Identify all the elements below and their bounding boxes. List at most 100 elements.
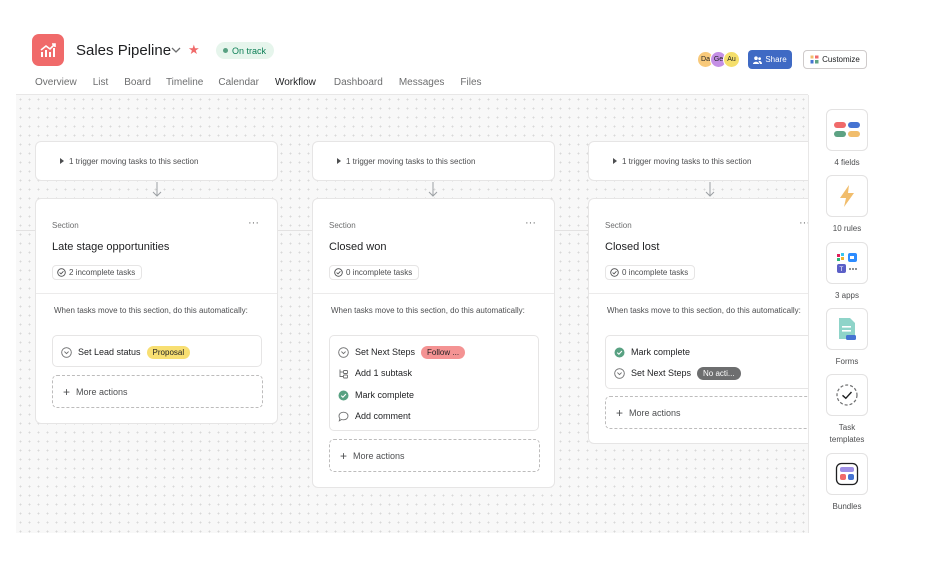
action-item[interactable]: Set Lead status Proposal (61, 344, 191, 360)
rail-item-rules[interactable]: 10 rules (826, 175, 868, 235)
workflow-canvas[interactable]: 1 trigger moving tasks to this section S… (16, 95, 808, 533)
status-label: On track (232, 45, 267, 56)
project-title[interactable]: Sales Pipeline (76, 42, 171, 59)
section-trigger[interactable]: 1 trigger moving tasks to this section (588, 141, 808, 181)
apps-icon: T (826, 242, 868, 284)
form-icon (826, 308, 868, 350)
rail-label: Forms (835, 357, 859, 366)
svg-text:T: T (839, 266, 844, 273)
arrow-down-icon (705, 182, 715, 197)
actions-list: Set Next Steps Follow ... Add 1 subtask … (329, 335, 539, 431)
section-trigger[interactable]: 1 trigger moving tasks to this section (312, 141, 555, 181)
value-pill: Proposal (146, 345, 191, 359)
rail-item-apps[interactable]: T 3 apps (826, 242, 868, 302)
more-actions-label: More actions (76, 386, 128, 397)
automation-description: When tasks move to this section, do this… (331, 306, 525, 315)
avatar-initials: Ge (713, 56, 724, 63)
more-options-icon[interactable]: ··· (799, 218, 808, 229)
check-circle-outline-icon (334, 268, 343, 277)
section-eyebrow: Section (329, 221, 356, 230)
lightning-icon (826, 175, 868, 217)
arrow-down-icon (428, 182, 438, 197)
action-label: Mark complete (355, 390, 415, 400)
rail-label: Task templates (829, 423, 865, 444)
customize-button[interactable]: Customize (803, 50, 867, 69)
tab-dashboard[interactable]: Dashboard (334, 77, 383, 93)
action-label: Add 1 subtask (355, 368, 413, 378)
section-eyebrow: Section (52, 221, 79, 230)
action-item[interactable]: Set Next Steps Follow ... (338, 344, 466, 360)
rail-label: 4 fields (834, 158, 860, 167)
rail-label: Bundles (832, 502, 862, 511)
check-circle-outline-icon (610, 268, 619, 277)
status-dot-icon (223, 48, 228, 53)
action-label: Set Next Steps (631, 368, 692, 378)
more-options-icon[interactable]: ··· (525, 218, 536, 229)
tab-calendar[interactable]: Calendar (218, 77, 259, 93)
tab-list[interactable]: List (93, 77, 109, 93)
star-icon[interactable]: ★ (188, 42, 200, 58)
section-name[interactable]: Closed won (329, 241, 386, 253)
automation-description: When tasks move to this section, do this… (607, 306, 801, 315)
more-actions-button[interactable]: + More actions (329, 439, 540, 472)
action-item[interactable]: Add comment (338, 408, 411, 424)
incomplete-tasks-badge[interactable]: 0 incomplete tasks (329, 265, 420, 280)
plus-icon: + (63, 384, 71, 399)
section-trigger[interactable]: 1 trigger moving tasks to this section (35, 141, 278, 181)
action-label: Add comment (355, 411, 411, 421)
trigger-label: 1 trigger moving tasks to this section (346, 156, 476, 166)
more-options-icon[interactable]: ··· (248, 218, 259, 229)
customize-rail: 4 fields 10 rules T 3 apps Forms Task te… (808, 95, 882, 533)
check-circle-icon (338, 390, 349, 401)
rail-item-bundles[interactable]: Bundles (826, 453, 868, 513)
people-icon (753, 55, 763, 64)
trigger-label: 1 trigger moving tasks to this section (622, 156, 752, 166)
avatar[interactable]: Au (723, 51, 740, 68)
automation-description: When tasks move to this section, do this… (54, 306, 248, 315)
value-pill: Follow ... (421, 345, 466, 359)
circle-chevron-icon (338, 346, 349, 358)
project-logo[interactable] (32, 34, 64, 66)
card-divider (36, 293, 277, 294)
task-template-icon (826, 374, 868, 416)
action-item[interactable]: Mark complete (338, 387, 414, 403)
check-circle-icon (614, 347, 625, 358)
more-actions-button[interactable]: + More actions (605, 396, 808, 429)
circle-chevron-icon (61, 346, 72, 358)
subtask-icon (338, 368, 349, 379)
share-button[interactable]: Share (748, 50, 792, 69)
section-card: Section ··· Closed won 0 incomplete task… (312, 198, 555, 488)
plus-icon: + (340, 448, 348, 463)
action-item[interactable]: Mark complete (614, 344, 690, 360)
incomplete-tasks-badge[interactable]: 0 incomplete tasks (605, 265, 696, 280)
incomplete-label: 0 incomplete tasks (622, 268, 689, 277)
card-divider (313, 293, 554, 294)
rail-item-task-templates[interactable]: Task templates (826, 374, 868, 446)
chevron-down-icon[interactable] (170, 44, 182, 56)
customize-label: Customize (822, 55, 860, 64)
tab-workflow[interactable]: Workflow (274, 77, 316, 97)
action-item[interactable]: Add 1 subtask (338, 365, 412, 381)
tab-overview[interactable]: Overview (35, 77, 77, 93)
trigger-label: 1 trigger moving tasks to this section (69, 156, 199, 166)
section-eyebrow: Section (605, 221, 632, 230)
incomplete-tasks-badge[interactable]: 2 incomplete tasks (52, 265, 143, 280)
status-badge[interactable]: On track (216, 42, 275, 59)
tab-board[interactable]: Board (124, 77, 151, 93)
incomplete-label: 2 incomplete tasks (69, 268, 136, 277)
tab-messages[interactable]: Messages (399, 77, 445, 93)
arrow-down-icon (152, 182, 162, 197)
comment-icon (338, 411, 349, 422)
tab-timeline[interactable]: Timeline (166, 77, 203, 93)
customize-icon (810, 55, 819, 64)
action-label: Mark complete (631, 347, 691, 357)
rail-item-forms[interactable]: Forms (826, 308, 868, 368)
rail-item-fields[interactable]: 4 fields (826, 109, 868, 169)
section-name[interactable]: Late stage opportunities (52, 241, 169, 253)
action-item[interactable]: Set Next Steps No acti... (614, 365, 741, 381)
section-card: Section ··· Late stage opportunities 2 i… (35, 198, 278, 424)
value-pill: No acti... (697, 366, 741, 380)
tab-files[interactable]: Files (460, 77, 481, 93)
section-name[interactable]: Closed lost (605, 241, 659, 253)
more-actions-button[interactable]: + More actions (52, 375, 263, 408)
